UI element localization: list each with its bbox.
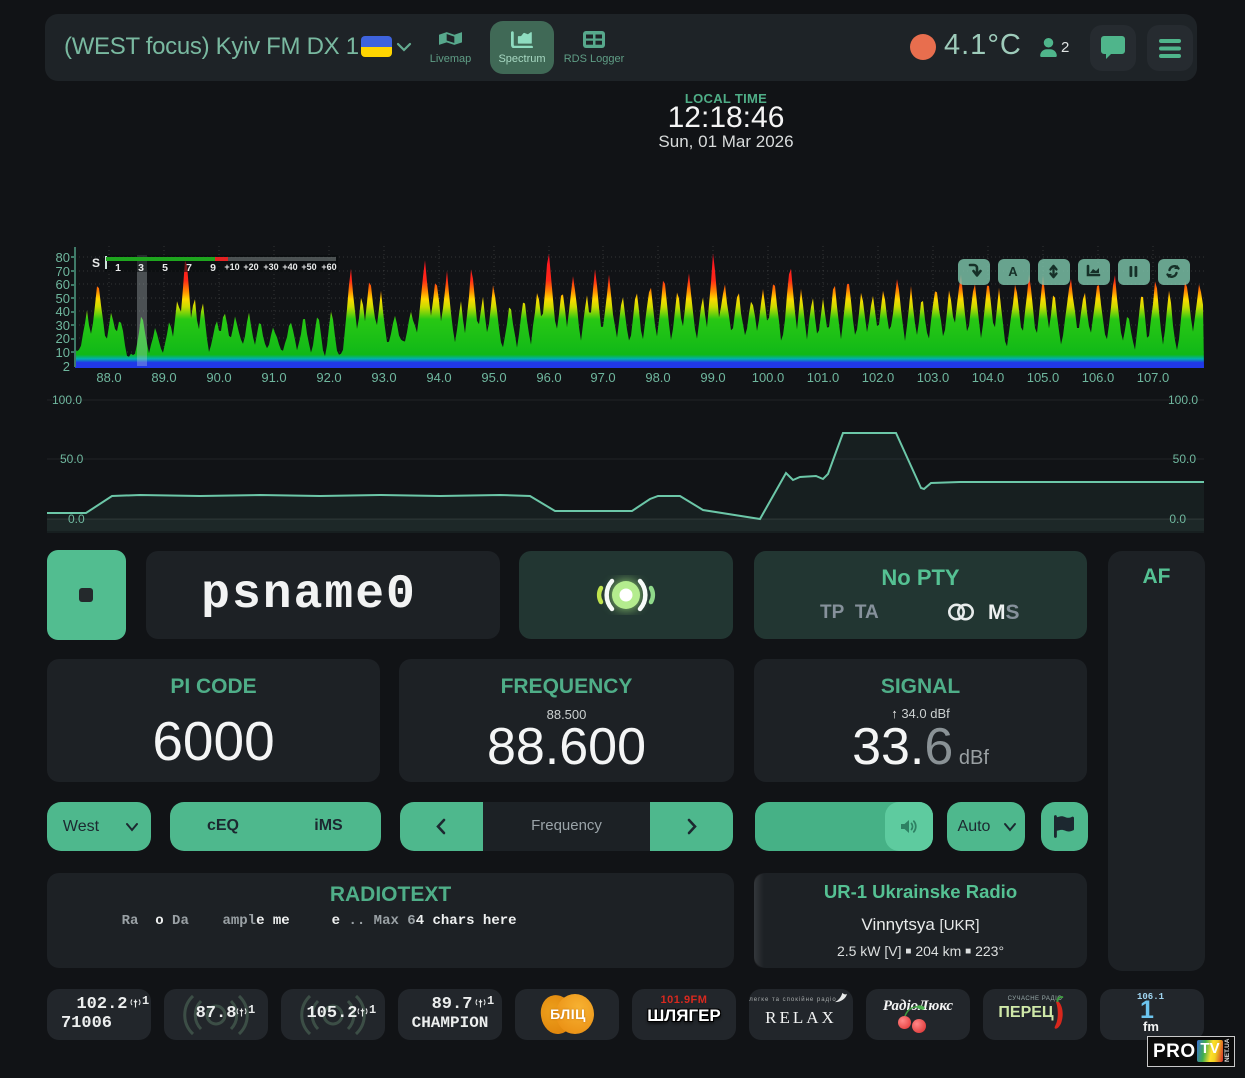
svg-text:A: A — [1008, 264, 1018, 279]
